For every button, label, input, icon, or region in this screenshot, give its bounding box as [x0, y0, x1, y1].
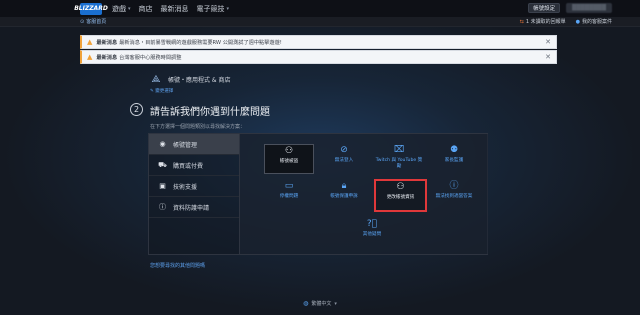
- tickets-link[interactable]: ⇆ 1 未讀取的回報單: [519, 18, 566, 26]
- tile-label: 帳號保護申訴: [330, 194, 358, 199]
- monitor-icon: ▣: [159, 182, 166, 190]
- chevron-down-icon: ▾: [128, 5, 131, 12]
- account-area: 帳號設定 ████████: [528, 3, 612, 13]
- tile-label: Twitch 與 YouTube 獎勵: [375, 158, 423, 169]
- nav-games[interactable]: 遊戲 ▾: [112, 4, 131, 14]
- subbar-actions: ⇆ 1 未讀取的回報單 ● 我的客服案件: [519, 18, 612, 26]
- support-subbar: ⊙ 客服首頁 ⇆ 1 未讀取的回報單 ● 我的客服案件: [0, 17, 640, 27]
- tile-other-questions[interactable]: ?⃝ 其他疑問: [347, 218, 397, 248]
- issue-panel: ◉ 帳號管理 ⛟ 購買或付費 ▣ 技術支援 ⓘ 資料防護申請 ⚇ 帳號被盜 ⊘ …: [148, 133, 488, 255]
- alert-prefix: 最新消息: [96, 54, 118, 61]
- tile-change-account-info[interactable]: ⚇ 更改帳號資訊: [374, 179, 427, 212]
- step-subtitle: 在下方選擇一個問題類別以尋找解決方案：: [150, 124, 246, 130]
- question-icon: ?⃝: [366, 219, 378, 229]
- category-purchases[interactable]: ⛟ 購買或付費: [149, 155, 239, 176]
- category-account-management[interactable]: ◉ 帳號管理: [149, 134, 239, 155]
- language-selector[interactable]: 繁體中文: [311, 300, 331, 307]
- account-settings-button[interactable]: 帳號設定: [528, 3, 561, 13]
- hacked-icon: ⚇: [284, 146, 294, 156]
- selected-topic-title: 帳號・應用程式 & 商店: [168, 76, 231, 84]
- category-label: 技術支援: [173, 183, 198, 191]
- tile-suspension[interactable]: ▭ 停權問題: [264, 180, 314, 210]
- category-label: 購買或付費: [173, 162, 204, 170]
- warning-icon: ▲: [87, 38, 93, 46]
- selected-topic: ⟁ 帳號・應用程式 & 商店: [150, 73, 231, 85]
- chevron-down-icon: ▾: [334, 300, 337, 307]
- top-navigation: BLIZZARD 遊戲 ▾ 商店 最新消息 電子競技 ▾ 帳號設定 ████████: [0, 0, 640, 17]
- tile-label: 無法找到適當答案: [435, 194, 473, 199]
- alert-text[interactable]: 最新消息・目前暴雪戰網的遊戲服務需要RW 公開測試了週中點擊遊遊!: [119, 39, 282, 46]
- alert-text[interactable]: 台灣客服中心服務時間調整: [119, 54, 181, 61]
- family-icon: ⚉: [449, 145, 459, 155]
- nav-news-label: 最新消息: [160, 4, 189, 13]
- nav-shop-label: 商店: [138, 4, 153, 13]
- nav-shop[interactable]: 商店: [139, 4, 153, 14]
- lock-icon: 🔒︎: [341, 181, 347, 191]
- ticket-icon: ⇆: [519, 18, 524, 25]
- news-alert-2: ▲ 最新消息 台灣客服中心服務時間調整 ✕: [80, 50, 557, 64]
- tile-label: 其他疑問: [362, 232, 382, 237]
- login-icon: ⊘: [340, 145, 348, 155]
- step-title: 請告訴我們你遇到什麼問題: [150, 107, 270, 118]
- tile-cannot-login[interactable]: ⊘ 無法登入: [319, 144, 369, 174]
- chat-icon: ●: [575, 18, 580, 25]
- suspension-icon: ▭: [284, 181, 294, 191]
- close-icon[interactable]: ✕: [545, 53, 551, 61]
- main-menu: 遊戲 ▾ 商店 最新消息 電子競技 ▾: [112, 4, 229, 14]
- issue-tiles: ⚇ 帳號被盜 ⊘ 無法登入 ⌧ Twitch 與 YouTube 獎勵 ⚉ 家長…: [239, 134, 488, 254]
- tile-label: 停權問題: [279, 194, 299, 199]
- edit-account-icon: ⚇: [396, 182, 405, 192]
- my-tickets-link[interactable]: ● 我的客服案件: [575, 18, 612, 26]
- category-list: ◉ 帳號管理 ⛟ 購買或付費 ▣ 技術支援 ⓘ 資料防護申請: [149, 134, 239, 254]
- nav-games-label: 遊戲: [112, 4, 126, 13]
- category-label: 資料防護申請: [173, 204, 210, 212]
- category-tech-support[interactable]: ▣ 技術支援: [149, 176, 239, 197]
- step-number: 2: [130, 103, 143, 116]
- change-selection-label: 變更選擇: [155, 89, 174, 94]
- change-selection-link[interactable]: ✎ 變更選擇: [150, 88, 173, 94]
- cart-icon: ⛟: [158, 160, 167, 169]
- tile-parental-controls[interactable]: ⚉ 家長監護: [429, 144, 479, 174]
- my-tickets-label: 我的客服案件: [581, 19, 612, 25]
- chevron-down-icon: ▾: [226, 5, 230, 12]
- category-data-protection[interactable]: ⓘ 資料防護申請: [149, 197, 239, 218]
- nav-esports-label: 電子競技: [196, 4, 225, 13]
- tile-label: 家長監護: [444, 158, 464, 163]
- tile-label: 更改帳號資訊: [386, 195, 415, 200]
- other-issues-link[interactable]: 您想要尋找的其他問題嗎: [150, 262, 205, 269]
- footer: ◍ 繁體中文 ▾: [0, 300, 640, 307]
- globe-icon: ◍: [303, 300, 309, 307]
- warning-icon: ▲: [87, 53, 93, 61]
- account-apps-icon: ⟁: [151, 73, 161, 85]
- tile-label: 帳號被盜: [279, 159, 299, 164]
- support-icon: ⊙: [80, 18, 85, 25]
- tile-label: 無法登入: [334, 158, 354, 163]
- gift-icon: ⌧: [393, 145, 405, 155]
- tile-twitch-youtube[interactable]: ⌧ Twitch 與 YouTube 獎勵: [374, 144, 424, 174]
- tile-account-hacked[interactable]: ⚇ 帳號被盜: [264, 144, 314, 174]
- user-menu[interactable]: ████████: [566, 3, 612, 13]
- tickets-label: 1 未讀取的回報單: [525, 19, 566, 25]
- nav-news[interactable]: 最新消息: [161, 4, 189, 14]
- user-circle-icon: ◉: [159, 140, 166, 148]
- alert-prefix: 最新消息: [96, 39, 118, 46]
- support-home-label: 客服首頁: [86, 19, 107, 25]
- info-icon: ⓘ: [449, 181, 459, 191]
- news-alert-1: ▲ 最新消息 最新消息・目前暴雪戰網的遊戲服務需要RW 公開測試了週中點擊遊遊!…: [80, 35, 557, 49]
- nav-esports[interactable]: 電子競技 ▾: [197, 4, 230, 14]
- tile-account-appeal[interactable]: 🔒︎ 帳號保護申訴: [319, 180, 369, 210]
- info-icon: ⓘ: [159, 203, 166, 211]
- category-label: 帳號管理: [173, 141, 198, 149]
- tile-no-answer[interactable]: ⓘ 無法找到適當答案: [429, 180, 479, 210]
- support-home-link[interactable]: ⊙ 客服首頁: [80, 18, 107, 26]
- blizzard-logo[interactable]: BLIZZARD: [74, 2, 108, 15]
- close-icon[interactable]: ✕: [545, 38, 551, 46]
